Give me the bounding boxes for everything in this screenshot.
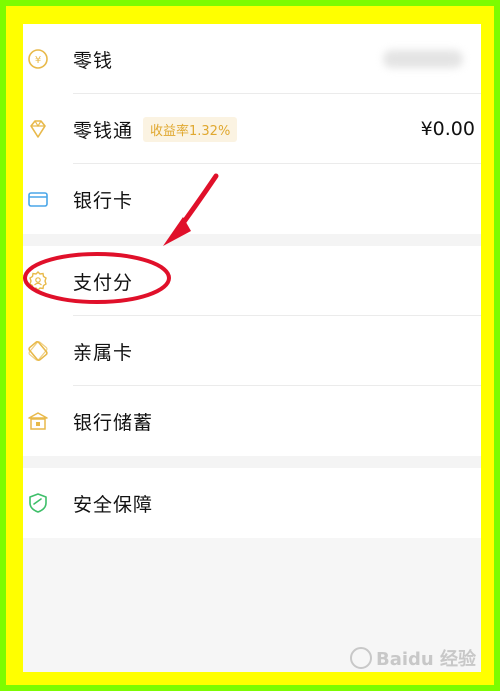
watermark-text: Baidu 经验	[375, 649, 476, 670]
svg-text:¥: ¥	[35, 55, 41, 66]
list-item-label: 安全保障	[73, 493, 154, 516]
wallet-group-1: ¥ 零钱 零钱通 收益率1.32% ¥0.00 银行卡	[23, 24, 481, 234]
hidden-balance	[383, 50, 463, 68]
list-item-family-card[interactable]: 亲属卡	[23, 316, 481, 386]
list-item-payscore[interactable]: 支付分	[23, 246, 481, 316]
list-item-security[interactable]: 安全保障	[23, 468, 481, 538]
list-item-label: 零钱	[73, 49, 114, 72]
family-card-icon	[27, 340, 49, 362]
watermark: Baidu 经验	[349, 645, 476, 671]
balance-value: ¥0.00	[420, 118, 475, 140]
wallet-screen: ¥ 零钱 零钱通 收益率1.32% ¥0.00 银行卡 支付分 亲属卡 银行储蓄…	[23, 24, 481, 672]
list-item-bank-card[interactable]: 银行卡	[23, 164, 481, 234]
list-item-label: 银行储蓄	[73, 411, 154, 434]
yield-rate-badge: 收益率1.32%	[143, 116, 238, 142]
screenshot-frame: ¥ 零钱 零钱通 收益率1.32% ¥0.00 银行卡 支付分 亲属卡 银行储蓄…	[0, 0, 500, 691]
list-item-bank-savings[interactable]: 银行储蓄	[23, 386, 481, 456]
payscore-badge-icon	[27, 270, 49, 292]
coin-icon: ¥	[27, 48, 49, 70]
bank-savings-icon	[27, 410, 49, 432]
section-gap	[23, 456, 481, 468]
watermark-paw-icon	[349, 647, 372, 669]
section-gap	[23, 234, 481, 246]
list-item-label: 亲属卡	[73, 341, 134, 364]
list-item-change[interactable]: ¥ 零钱	[23, 24, 481, 94]
list-item-label: 零钱通	[73, 119, 134, 142]
wallet-group-2: 支付分 亲属卡 银行储蓄	[23, 246, 481, 456]
list-item-lingqiantong[interactable]: 零钱通 收益率1.32% ¥0.00	[23, 94, 481, 164]
wallet-group-3: 安全保障	[23, 468, 481, 538]
shield-icon	[27, 492, 49, 514]
bank-card-icon	[27, 188, 49, 210]
list-item-label: 支付分	[73, 271, 134, 294]
diamond-icon	[27, 118, 49, 140]
list-item-label: 银行卡	[73, 189, 134, 212]
